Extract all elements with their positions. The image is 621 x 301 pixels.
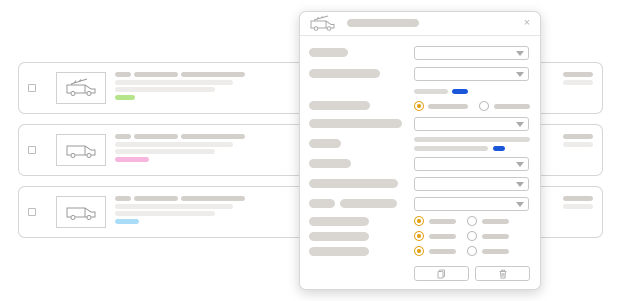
- radio-option[interactable]: [479, 101, 489, 111]
- chevron-down-icon: [516, 122, 524, 127]
- helper-link[interactable]: [452, 89, 468, 94]
- field-label: [309, 101, 370, 110]
- radio-option[interactable]: [467, 216, 477, 226]
- van-icon: [66, 145, 96, 158]
- radio-label: [429, 219, 456, 224]
- delete-button[interactable]: [475, 266, 530, 281]
- van-ladder-icon: [66, 78, 96, 96]
- chevron-down-icon: [516, 72, 524, 77]
- vehicle-thumbnail: [56, 134, 106, 166]
- chevron-down-icon: [516, 162, 524, 167]
- field-label: [309, 179, 398, 188]
- dropdown-field[interactable]: [414, 46, 529, 60]
- duplicate-button[interactable]: [414, 266, 469, 281]
- row-checkbox[interactable]: [28, 146, 36, 154]
- vehicle-thumbnail: [56, 72, 106, 104]
- field-value: [414, 137, 530, 142]
- dialog-header: ×: [300, 12, 540, 36]
- radio-label: [429, 249, 456, 254]
- row-checkbox[interactable]: [28, 84, 36, 92]
- chevron-down-icon: [516, 51, 524, 56]
- field-value: [414, 146, 488, 151]
- chevron-down-icon: [516, 202, 524, 207]
- status-badge: [115, 95, 135, 100]
- dropdown-field[interactable]: [414, 67, 529, 81]
- radio-label: [428, 104, 468, 109]
- trash-icon: [499, 269, 506, 278]
- helper-text: [414, 89, 448, 94]
- radio-label: [482, 219, 509, 224]
- field-label: [309, 199, 335, 208]
- radio-option-selected[interactable]: [414, 101, 424, 111]
- radio-option-selected[interactable]: [414, 231, 424, 241]
- field-label: [309, 159, 351, 168]
- chevron-down-icon: [516, 182, 524, 187]
- status-badge: [115, 219, 139, 224]
- dropdown-field[interactable]: [414, 177, 529, 191]
- van-ladder-icon: [310, 15, 335, 31]
- dropdown-field[interactable]: [414, 197, 529, 211]
- van-icon: [66, 207, 96, 220]
- field-label: [309, 217, 369, 226]
- status-badge: [115, 157, 149, 162]
- vehicle-edit-dialog: ×: [299, 11, 541, 290]
- radio-option-selected[interactable]: [414, 246, 424, 256]
- app-canvas: ×: [0, 0, 621, 301]
- vehicle-thumbnail: [56, 196, 106, 228]
- radio-label: [429, 234, 456, 239]
- field-label: [309, 119, 402, 128]
- radio-option[interactable]: [467, 231, 477, 241]
- radio-label: [494, 104, 530, 109]
- radio-label: [482, 234, 509, 239]
- close-icon[interactable]: ×: [521, 16, 533, 30]
- field-label: [309, 69, 380, 78]
- radio-option-selected[interactable]: [414, 216, 424, 226]
- dropdown-field[interactable]: [414, 157, 529, 171]
- radio-label: [482, 249, 509, 254]
- field-link[interactable]: [493, 146, 505, 151]
- field-label: [340, 199, 397, 208]
- field-label: [309, 232, 369, 241]
- radio-option[interactable]: [467, 246, 477, 256]
- dropdown-field[interactable]: [414, 117, 529, 131]
- dialog-title: [347, 19, 419, 27]
- field-label: [309, 48, 348, 57]
- copy-icon: [437, 269, 445, 278]
- row-checkbox[interactable]: [28, 208, 36, 216]
- field-label: [309, 139, 341, 148]
- field-label: [309, 247, 369, 256]
